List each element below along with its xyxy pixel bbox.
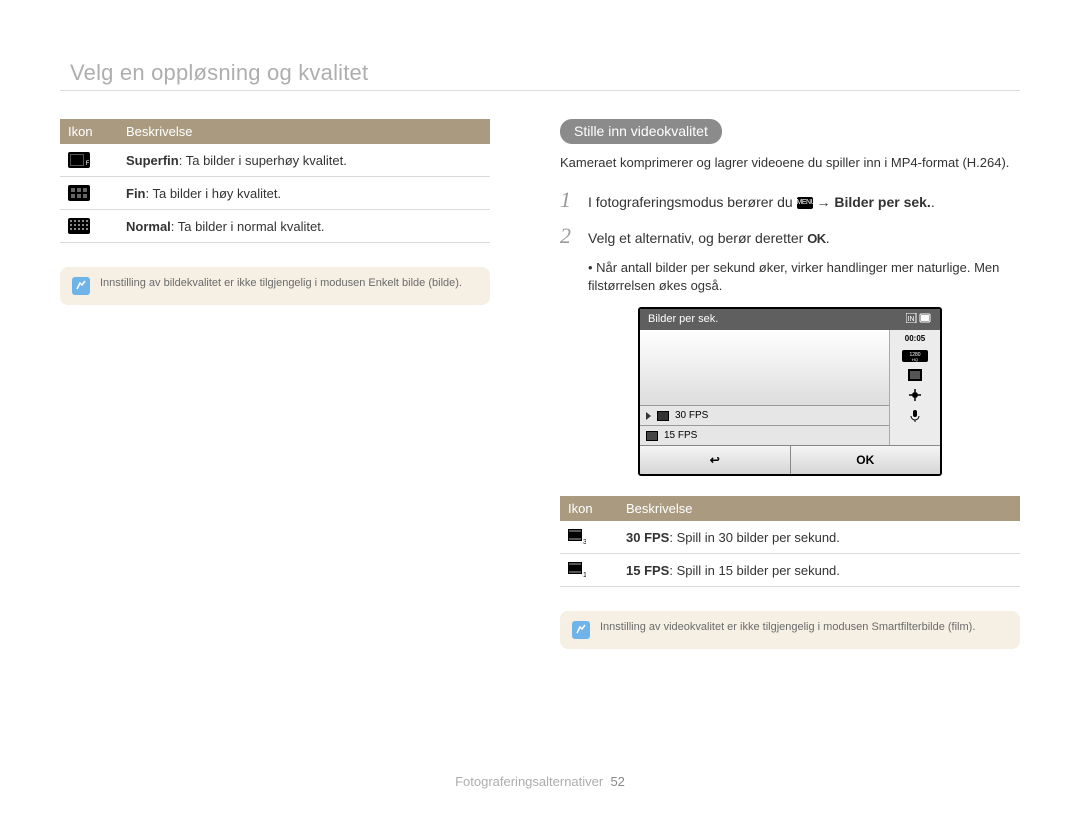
note-text: Innstilling av videokvalitet er ikke til… [600, 621, 975, 633]
svg-text:15: 15 [583, 572, 586, 578]
page-title: Velg en oppløsning og kvalitet [60, 60, 1020, 91]
step-number: 2 [560, 223, 578, 249]
quality-fine-icon [68, 185, 90, 201]
quality-table: Ikon Beskrivelse F Superfin: Ta bilder i… [60, 119, 490, 243]
col-icon-header: Ikon [60, 119, 118, 144]
filmstrip-15-icon [646, 431, 658, 441]
ok-button[interactable]: OK [790, 446, 941, 474]
quality-superfine-icon: F [68, 152, 90, 168]
fps-30-icon: 30 [568, 529, 586, 545]
rec-time-label: 00:05 [905, 334, 925, 343]
menu-icon: MENU [797, 197, 813, 209]
screen-title: Bilder per sek. [648, 313, 718, 326]
table-row: Normal: Ta bilder i normal kvalitet. [60, 210, 490, 243]
fps-15-icon: 15 [568, 562, 586, 578]
quality-normal-icon [68, 218, 90, 234]
step-1: 1 I fotograferingsmodus berører du MENU … [560, 187, 1020, 213]
table-row: F Superfin: Ta bilder i superhøy kvalite… [60, 144, 490, 177]
note-box: Innstilling av videokvalitet er ikke til… [560, 611, 1020, 649]
page-footer: Fotograferingsalternativer 52 [0, 774, 1080, 789]
note-box: Innstilling av bildekvalitet er ikke til… [60, 267, 490, 305]
microphone-icon [909, 409, 921, 423]
table-row: 30 30 FPS: Spill in 30 bilder per sekund… [560, 521, 1020, 554]
fps-table: Ikon Beskrivelse 30 30 FPS: Spill in 30 … [560, 496, 1020, 587]
note-icon [572, 621, 590, 639]
section-heading: Stille inn videokvalitet [560, 119, 722, 144]
screen-side-panel: 00:05 1280HQ [890, 330, 940, 445]
resolution-badge-icon: 1280HQ [902, 350, 928, 362]
screen-top-icons: IN [906, 313, 932, 326]
intro-text: Kameraet komprimerer og lagrer videoene … [560, 154, 1020, 173]
step-2: 2 Velg et alternativ, og berør deretter … [560, 223, 1020, 249]
fps-option-30[interactable]: 30 FPS [640, 405, 889, 425]
table-row: 15 15 FPS: Spill in 15 bilder per sekund… [560, 554, 1020, 587]
stabilizer-icon [908, 388, 922, 402]
ok-icon: OK [807, 230, 826, 248]
filmstrip-side-icon [908, 369, 922, 381]
note-text: Innstilling av bildekvalitet er ikke til… [100, 277, 462, 289]
svg-text:IN: IN [908, 316, 915, 323]
note-icon [72, 277, 90, 295]
svg-text:HQ: HQ [912, 357, 918, 362]
svg-text:30: 30 [583, 539, 586, 545]
col-desc-header: Beskrivelse [618, 496, 1020, 521]
col-desc-header: Beskrivelse [118, 119, 490, 144]
svg-text:F: F [86, 161, 90, 167]
filmstrip-30-icon [657, 411, 669, 421]
bullet-note: Når antall bilder per sekund øker, virke… [560, 259, 1020, 295]
fps-option-15[interactable]: 15 FPS [640, 425, 889, 445]
step-number: 1 [560, 187, 578, 213]
camera-screen: Bilder per sek. IN 30 FPS 1 [638, 307, 942, 476]
col-icon-header: Ikon [560, 496, 618, 521]
table-row: Fin: Ta bilder i høy kvalitet. [60, 177, 490, 210]
back-button[interactable]: ↩ [640, 446, 790, 474]
